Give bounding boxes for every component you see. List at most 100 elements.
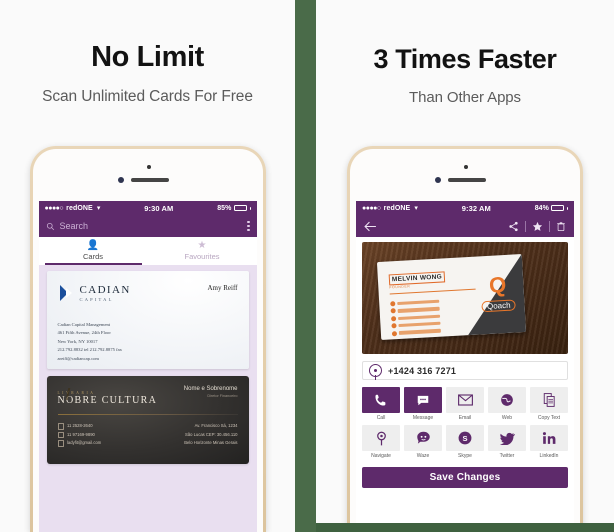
left-promo-panel: No Limit Scan Unlimited Cards For Free ●… — [0, 0, 295, 532]
action-waze[interactable]: Waze — [404, 425, 442, 459]
star-icon: ★ — [197, 240, 207, 251]
contact-name: Nome e Sobrenome — [183, 386, 238, 392]
ios-status-bar-left: ●●●●○ redONE ▾ 9:30 AM 85% — [38, 201, 257, 215]
front-camera-icon — [435, 177, 441, 183]
bottom-green-strip — [316, 523, 614, 532]
company-block: CADIAN CAPITAL — [58, 284, 131, 302]
waze-icon — [404, 425, 442, 451]
action-linkedin[interactable]: LinkedIn — [530, 425, 568, 459]
action-label: Skype — [458, 453, 472, 459]
battery-indicator: 84% — [535, 205, 568, 212]
battery-percent-label: 85% — [217, 204, 232, 212]
phone-top-bezel — [350, 149, 580, 201]
earpiece-speaker-icon — [130, 178, 169, 182]
company-subtitle: CAPITAL — [79, 297, 114, 302]
scanned-contact-role: FOUNDER — [389, 284, 411, 290]
save-changes-button[interactable]: Save Changes — [362, 467, 568, 488]
iphone-mockup-right: ●●●●○ redONE ▾ 9:32 AM 84% MELVIN WONG F… — [347, 146, 583, 532]
card-footer-row: 11 2528-2640 11 97169-9890 ladyfit@gmail… — [57, 422, 238, 448]
detail-line: 212.792.8832 tel 212.792.8875 fax — [57, 347, 122, 353]
divider — [525, 220, 526, 232]
chat-icon — [404, 387, 442, 413]
detail-line: areiff@cadiancap.com — [57, 355, 100, 361]
contact-methods: 11 2528-2640 11 97169-9890 ladyfit@gmail… — [57, 422, 101, 448]
phone-screen-left: ●●●●○ redONE ▾ 9:30 AM 85% Search 👤 Card… — [38, 201, 257, 532]
scanned-detail-lines — [390, 299, 441, 339]
phone-icon — [362, 387, 400, 413]
clock-label: 9:30 AM — [144, 203, 174, 213]
tab-favourites[interactable]: ★ Favourites — [148, 237, 257, 265]
carrier-label: redONE — [66, 204, 93, 212]
business-card-list: CADIAN CAPITAL Amy Reiff Cadian Capital … — [38, 265, 257, 532]
address-line: São Lucas CEP: 30.456.110 — [184, 431, 238, 437]
action-label: Twitter — [499, 453, 515, 459]
card-header-row: CADIAN CAPITAL Amy Reiff — [58, 284, 238, 302]
action-message[interactable]: Message — [404, 387, 442, 421]
company-block: LIVRARIA NOBRE CULTURA — [58, 386, 158, 406]
card-rule — [389, 288, 476, 295]
action-web[interactable]: Web — [488, 387, 526, 421]
company-name: NOBRE CULTURA — [57, 395, 158, 406]
contact-role: Diretor Financeiro — [207, 394, 238, 398]
tab-favourites-label: Favourites — [184, 252, 220, 261]
left-headline: No Limit — [91, 41, 204, 73]
trash-icon[interactable] — [556, 221, 566, 232]
app-navbar-left: Search — [38, 215, 257, 237]
action-skype[interactable]: S Skype — [446, 425, 484, 459]
kebab-menu-icon[interactable] — [247, 220, 250, 232]
right-promo-panel: 3 Times Faster Than Other Apps ●●●●○ red… — [316, 0, 614, 532]
address-line: Av. Francisco Sá, 1234 — [194, 423, 238, 428]
star-icon[interactable] — [532, 221, 543, 232]
action-label: Navigate — [371, 453, 391, 459]
divider — [549, 220, 550, 232]
divider-rule — [57, 414, 238, 415]
detail-line: New York, NY 10017 — [57, 338, 98, 344]
twitter-icon — [488, 425, 526, 451]
back-arrow-icon[interactable] — [364, 221, 377, 232]
action-navigate[interactable]: Navigate — [362, 425, 400, 459]
action-email[interactable]: Email — [446, 387, 484, 421]
map-pin-icon — [362, 425, 400, 451]
signal-dots-icon: ●●●●○ — [362, 204, 381, 212]
left-subhead: Scan Unlimited Cards For Free — [42, 88, 253, 105]
action-call[interactable]: Call — [362, 387, 400, 421]
cadian-logo-icon — [58, 285, 75, 301]
tab-cards-label: Cards — [82, 252, 103, 261]
phone-body: ●●●●○ redONE ▾ 9:32 AM 84% MELVIN WONG F… — [350, 149, 580, 532]
address-block: Av. Francisco Sá, 1234 São Lucas CEP: 30… — [184, 422, 237, 448]
iphone-mockup-left: ●●●●○ redONE ▾ 9:30 AM 85% Search 👤 Card… — [29, 146, 266, 532]
scanned-contact-name: MELVIN WONG — [388, 271, 446, 286]
card-detail-view: MELVIN WONG FOUNDER Q Qoach +1424 316 72… — [356, 237, 574, 532]
detail-line: 461 Fifth Avenue, 24th Floor — [57, 330, 111, 336]
mobile-icon — [57, 431, 64, 439]
action-copy-text[interactable]: Copy Text — [530, 387, 568, 421]
card-header-row: LIVRARIA NOBRE CULTURA Nome e Sobrenome … — [58, 386, 238, 406]
action-grid: Call Message Email Web Copy Text Navigat… — [362, 387, 568, 459]
search-input[interactable]: Search — [46, 221, 248, 231]
phone-icon — [57, 423, 64, 430]
tab-cards[interactable]: 👤 Cards — [39, 237, 148, 265]
list-item[interactable]: LIVRARIA NOBRE CULTURA Nome e Sobrenome … — [46, 376, 249, 464]
copy-icon — [530, 387, 568, 413]
action-label: Waze — [416, 453, 430, 459]
logo-letter: Q — [488, 271, 507, 298]
envelope-icon — [57, 440, 64, 447]
logo-word: Qoach — [481, 299, 516, 313]
qoach-logo: Q Qoach — [480, 271, 516, 314]
location-pin-icon — [369, 364, 382, 380]
proximity-sensor-icon — [146, 165, 151, 169]
action-label: Copy Text — [537, 415, 561, 421]
front-camera-icon — [117, 177, 124, 183]
battery-icon — [551, 205, 564, 211]
skype-icon: S — [446, 425, 484, 451]
list-item[interactable]: CADIAN CAPITAL Amy Reiff Cadian Capital … — [46, 271, 249, 369]
envelope-icon — [446, 387, 484, 413]
action-twitter[interactable]: Twitter — [488, 425, 526, 459]
share-icon[interactable] — [508, 221, 519, 232]
action-label: LinkedIn — [539, 453, 559, 459]
phone-screen-right: ●●●●○ redONE ▾ 9:32 AM 84% MELVIN WONG F… — [356, 201, 574, 532]
clock-label: 9:32 AM — [461, 203, 491, 213]
phone-number-field[interactable]: +1424 316 7271 — [362, 361, 568, 380]
scanned-card-photo[interactable]: MELVIN WONG FOUNDER Q Qoach — [362, 242, 568, 354]
email-line: ladyfit@gmail.com — [57, 439, 101, 448]
